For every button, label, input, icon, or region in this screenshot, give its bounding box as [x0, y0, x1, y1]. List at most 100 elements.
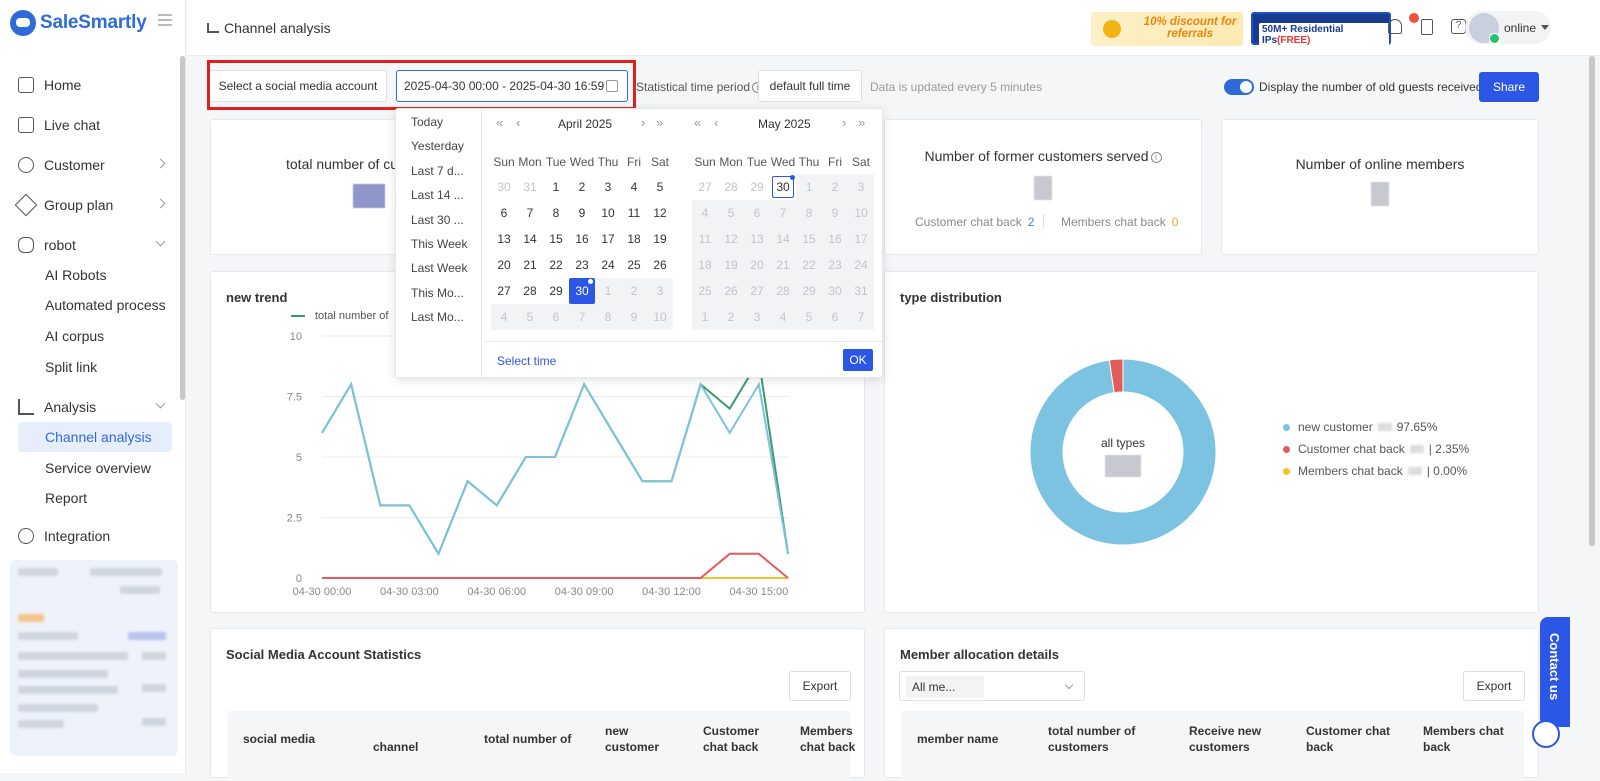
- calendar-day[interactable]: 19: [647, 226, 673, 252]
- calendar-day[interactable]: 27: [491, 278, 517, 304]
- shortcut-item[interactable]: Last 30 ...: [411, 213, 471, 227]
- ok-button[interactable]: OK: [843, 349, 873, 371]
- member-select[interactable]: All me...: [899, 671, 1085, 701]
- brand-logo[interactable]: SaleSmartly: [10, 10, 147, 36]
- calendar-day[interactable]: 5: [796, 304, 822, 330]
- shortcut-item[interactable]: Last Week: [411, 261, 471, 275]
- legend-item[interactable]: Members chat back | 0.00%: [1283, 464, 1467, 478]
- calendar-day[interactable]: 13: [491, 226, 517, 252]
- calendar-day[interactable]: 16: [569, 226, 595, 252]
- period-button[interactable]: default full time: [758, 70, 862, 102]
- prev-month-icon[interactable]: ‹: [714, 115, 718, 130]
- calendar-day[interactable]: 12: [718, 226, 744, 252]
- calendar-day[interactable]: 11: [621, 200, 647, 226]
- calendar-day[interactable]: 24: [595, 252, 621, 278]
- sidebar-item-service-overview[interactable]: Service overview: [18, 453, 172, 483]
- calendar-day[interactable]: 23: [822, 252, 848, 278]
- calendar-day[interactable]: 15: [543, 226, 569, 252]
- calendar-day[interactable]: 3: [848, 174, 874, 200]
- share-button[interactable]: Share: [1479, 72, 1539, 102]
- calendar-day[interactable]: 25: [692, 278, 718, 304]
- calendar-day[interactable]: 31: [517, 174, 543, 200]
- help-icon[interactable]: ?: [1451, 19, 1466, 34]
- clipboard-icon[interactable]: [1421, 19, 1433, 35]
- legend-item[interactable]: new customer 97.65%: [1283, 420, 1437, 434]
- calendar-day[interactable]: 16: [822, 226, 848, 252]
- calendar-day[interactable]: 10: [595, 200, 621, 226]
- calendar-day[interactable]: 17: [595, 226, 621, 252]
- calendar-day[interactable]: 20: [744, 252, 770, 278]
- calendar-day[interactable]: 2: [569, 174, 595, 200]
- calendar-day[interactable]: 22: [543, 252, 569, 278]
- sidebar-item-integration[interactable]: Integration: [18, 526, 174, 546]
- calendar-day[interactable]: 12: [647, 200, 673, 226]
- calendar-day[interactable]: 29: [744, 174, 770, 200]
- sidebar-item-home[interactable]: Home: [18, 70, 174, 100]
- prev-year-icon[interactable]: «: [694, 115, 701, 130]
- calendar-day[interactable]: 4: [770, 304, 796, 330]
- calendar-day[interactable]: 1: [543, 174, 569, 200]
- calendar-day[interactable]: 22: [796, 252, 822, 278]
- calendar-day[interactable]: 4: [692, 200, 718, 226]
- calendar-day[interactable]: 26: [718, 278, 744, 304]
- shortcut-item[interactable]: This Week: [411, 237, 471, 251]
- calendar-day[interactable]: 29: [796, 278, 822, 304]
- calendar-day[interactable]: 21: [770, 252, 796, 278]
- calendar-day[interactable]: 29: [543, 278, 569, 304]
- shortcut-item[interactable]: This Mo...: [411, 286, 471, 300]
- legend-item[interactable]: Customer chat back | 2.35%: [1283, 442, 1469, 456]
- calendar-day[interactable]: 6: [543, 304, 569, 330]
- calendar-day[interactable]: 7: [517, 200, 543, 226]
- calendar-day[interactable]: 1: [692, 304, 718, 330]
- sidebar-item-report[interactable]: Report: [18, 483, 172, 513]
- next-month-icon[interactable]: ›: [641, 115, 645, 130]
- calendar-day[interactable]: 20: [491, 252, 517, 278]
- calendar-day[interactable]: 6: [744, 200, 770, 226]
- calendar-day[interactable]: 5: [647, 174, 673, 200]
- referral-promo-banner[interactable]: 10% discount for referrals: [1091, 12, 1243, 46]
- calendar-day[interactable]: 8: [796, 200, 822, 226]
- sidebar-item-channel-analysis[interactable]: Channel analysis: [18, 422, 172, 452]
- calendar-day[interactable]: 23: [569, 252, 595, 278]
- calendar-day[interactable]: 7: [569, 304, 595, 330]
- page-scrollbar[interactable]: [1589, 56, 1595, 546]
- prev-month-icon[interactable]: ‹: [516, 115, 520, 130]
- calendar-day[interactable]: 3: [744, 304, 770, 330]
- calendar-day[interactable]: 6: [491, 200, 517, 226]
- calendar-day[interactable]: 7: [770, 200, 796, 226]
- calendar-day[interactable]: 1: [595, 278, 621, 304]
- sidebar-item-robot[interactable]: robot: [18, 230, 174, 260]
- sidebar-item-ai-corpus[interactable]: AI corpus: [18, 321, 172, 351]
- calendar-day[interactable]: 2: [621, 278, 647, 304]
- sidebar-item-automated-process[interactable]: Automated process: [18, 290, 172, 320]
- calendar-day[interactable]: 24: [848, 252, 874, 278]
- shortcut-item[interactable]: Today: [411, 115, 471, 129]
- next-month-icon[interactable]: ›: [842, 115, 846, 130]
- calendar-day[interactable]: 10: [647, 304, 673, 330]
- calendar-day[interactable]: 14: [517, 226, 543, 252]
- select-time-link[interactable]: Select time: [497, 354, 556, 368]
- calendar-day[interactable]: 5: [718, 200, 744, 226]
- calendar-day[interactable]: 27: [744, 278, 770, 304]
- contact-us-tab[interactable]: Contact us: [1540, 617, 1570, 727]
- sidebar-item-live-chat[interactable]: Live chat: [18, 110, 174, 140]
- shortcut-item[interactable]: Last 7 d...: [411, 164, 471, 178]
- sidebar-item-customer[interactable]: Customer: [18, 150, 174, 180]
- calendar-day[interactable]: 19: [718, 252, 744, 278]
- shortcut-item[interactable]: Yesterday: [411, 139, 471, 153]
- calendar-day[interactable]: 2: [718, 304, 744, 330]
- prev-year-icon[interactable]: «: [496, 115, 503, 130]
- calendar-day[interactable]: 7: [848, 304, 874, 330]
- old-guests-toggle[interactable]: [1224, 79, 1254, 95]
- sidebar-item-split-link[interactable]: Split link: [18, 352, 172, 382]
- calendar-day[interactable]: 27: [692, 174, 718, 200]
- calendar-day[interactable]: 13: [744, 226, 770, 252]
- calendar-day[interactable]: 21: [517, 252, 543, 278]
- calendar-day[interactable]: 30: [822, 278, 848, 304]
- calendar-day[interactable]: 28: [770, 278, 796, 304]
- residential-ip-promo-banner[interactable]: 50M+ Residential IPs(FREE): [1251, 12, 1391, 47]
- shortcut-item[interactable]: Last 14 ...: [411, 188, 471, 202]
- user-menu[interactable]: online: [1465, 11, 1551, 44]
- calendar-day[interactable]: 18: [621, 226, 647, 252]
- calendar-day[interactable]: 2: [822, 174, 848, 200]
